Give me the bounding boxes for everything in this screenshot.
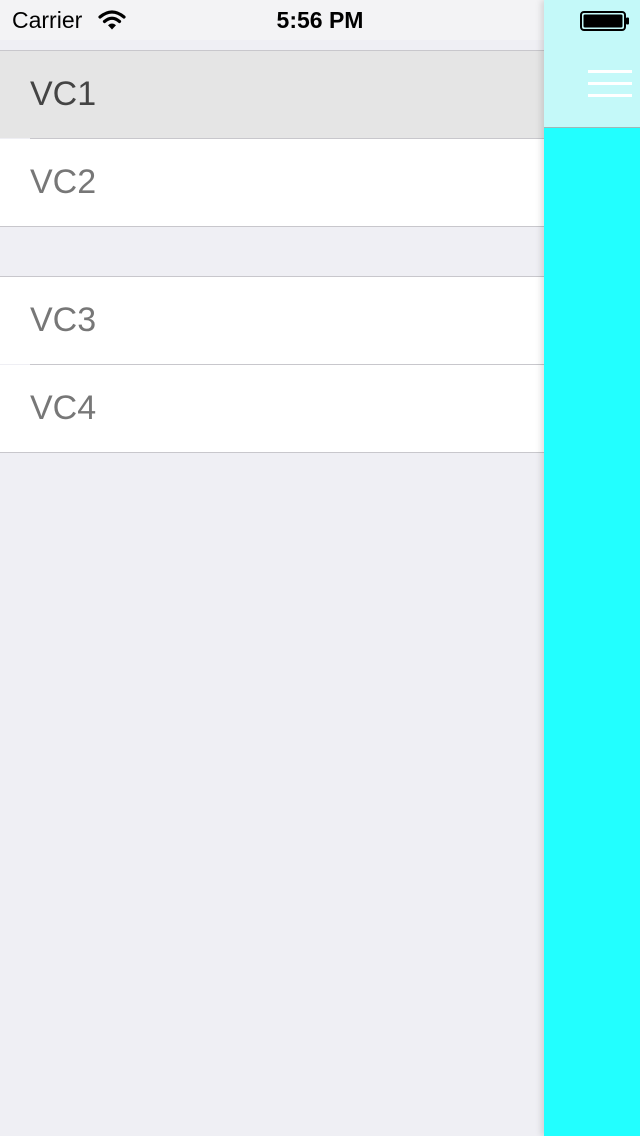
menu-item-label: VC2 bbox=[30, 163, 97, 201]
battery-icon bbox=[580, 11, 630, 31]
menu-table: VC1 VC2 VC3 VC4 bbox=[0, 50, 544, 453]
menu-item-label: VC4 bbox=[30, 389, 97, 427]
screen: Carrier 5:56 PM VC1 VC2 VC3 VC4 bbox=[0, 0, 640, 1136]
menu-item-vc4[interactable]: VC4 bbox=[0, 365, 544, 452]
menu-item-vc1[interactable]: VC1 bbox=[0, 51, 544, 138]
section-gap bbox=[0, 227, 544, 276]
divider bbox=[0, 452, 544, 453]
menu-item-vc3[interactable]: VC3 bbox=[0, 277, 544, 364]
content-navbar bbox=[544, 0, 640, 128]
menu-toggle-button[interactable] bbox=[584, 64, 632, 102]
menu-item-label: VC3 bbox=[30, 301, 97, 339]
content-panel[interactable] bbox=[544, 0, 640, 1136]
menu-item-label: VC1 bbox=[30, 75, 97, 113]
menu-item-vc2[interactable]: VC2 bbox=[0, 139, 544, 226]
